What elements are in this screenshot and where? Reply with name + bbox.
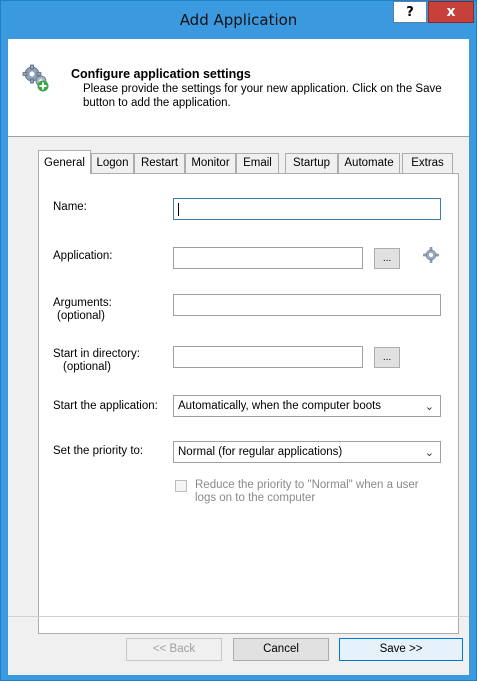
tab-extras[interactable]: Extras <box>402 153 453 173</box>
footer-divider <box>8 616 469 617</box>
name-label: Name: <box>53 201 87 213</box>
application-label: Application: <box>53 250 113 262</box>
general-tab-panel: Name: Application: ... Arguments: (optio… <box>38 173 459 634</box>
title-bar[interactable]: Add Application ? x <box>1 1 476 39</box>
priority-select[interactable]: Normal (for regular applications) ⌄ <box>173 441 441 463</box>
reduce-priority-checkbox[interactable] <box>175 480 187 492</box>
tab-automate[interactable]: Automate <box>338 153 400 173</box>
text-caret <box>178 203 179 216</box>
arguments-label: Arguments: <box>53 297 112 309</box>
tab-logon[interactable]: Logon <box>91 153 134 173</box>
arguments-optional-label: (optional) <box>57 310 105 322</box>
name-input[interactable] <box>173 198 441 220</box>
header-divider <box>8 136 469 137</box>
priority-label: Set the priority to: <box>53 445 144 457</box>
help-button[interactable]: ? <box>393 1 427 23</box>
tab-general[interactable]: General <box>38 150 91 174</box>
browse-directory-button[interactable]: ... <box>374 347 400 368</box>
reduce-priority-label-line1: Reduce the priority to "Normal" when a u… <box>195 479 419 491</box>
start-application-label: Start the application: <box>53 400 158 412</box>
gears-add-icon <box>22 64 49 92</box>
chevron-down-icon: ⌄ <box>424 401 434 413</box>
tab-email[interactable]: Email <box>236 153 279 173</box>
dialog-client-area: Configure application settings Please pr… <box>8 39 469 675</box>
start-application-select[interactable]: Automatically, when the computer boots ⌄ <box>173 395 441 417</box>
tab-monitor[interactable]: Monitor <box>185 153 236 173</box>
arguments-input[interactable] <box>173 294 441 316</box>
add-application-dialog: Add Application ? x Configure applicatio… <box>0 0 477 681</box>
start-application-value: Automatically, when the computer boots <box>178 400 382 412</box>
cancel-button[interactable]: Cancel <box>233 638 329 661</box>
start-directory-input[interactable] <box>173 346 363 368</box>
priority-value: Normal (for regular applications) <box>178 446 343 458</box>
start-directory-optional-label: (optional) <box>63 361 111 373</box>
tab-startup[interactable]: Startup <box>285 153 338 173</box>
back-button[interactable]: << Back <box>126 638 222 661</box>
gear-icon[interactable] <box>423 247 439 263</box>
header-description: Please provide the settings for your new… <box>83 83 442 109</box>
start-directory-label: Start in directory: <box>53 348 140 360</box>
chevron-down-icon: ⌄ <box>424 447 434 459</box>
reduce-priority-label-line2: logs on to the computer <box>195 492 316 504</box>
application-input[interactable] <box>173 247 363 269</box>
browse-application-button[interactable]: ... <box>374 248 400 269</box>
save-button[interactable]: Save >> <box>339 638 463 661</box>
dialog-header: Configure application settings Please pr… <box>8 39 469 136</box>
close-button[interactable]: x <box>428 1 474 23</box>
tab-restart[interactable]: Restart <box>134 153 185 173</box>
header-title: Configure application settings <box>71 67 251 81</box>
